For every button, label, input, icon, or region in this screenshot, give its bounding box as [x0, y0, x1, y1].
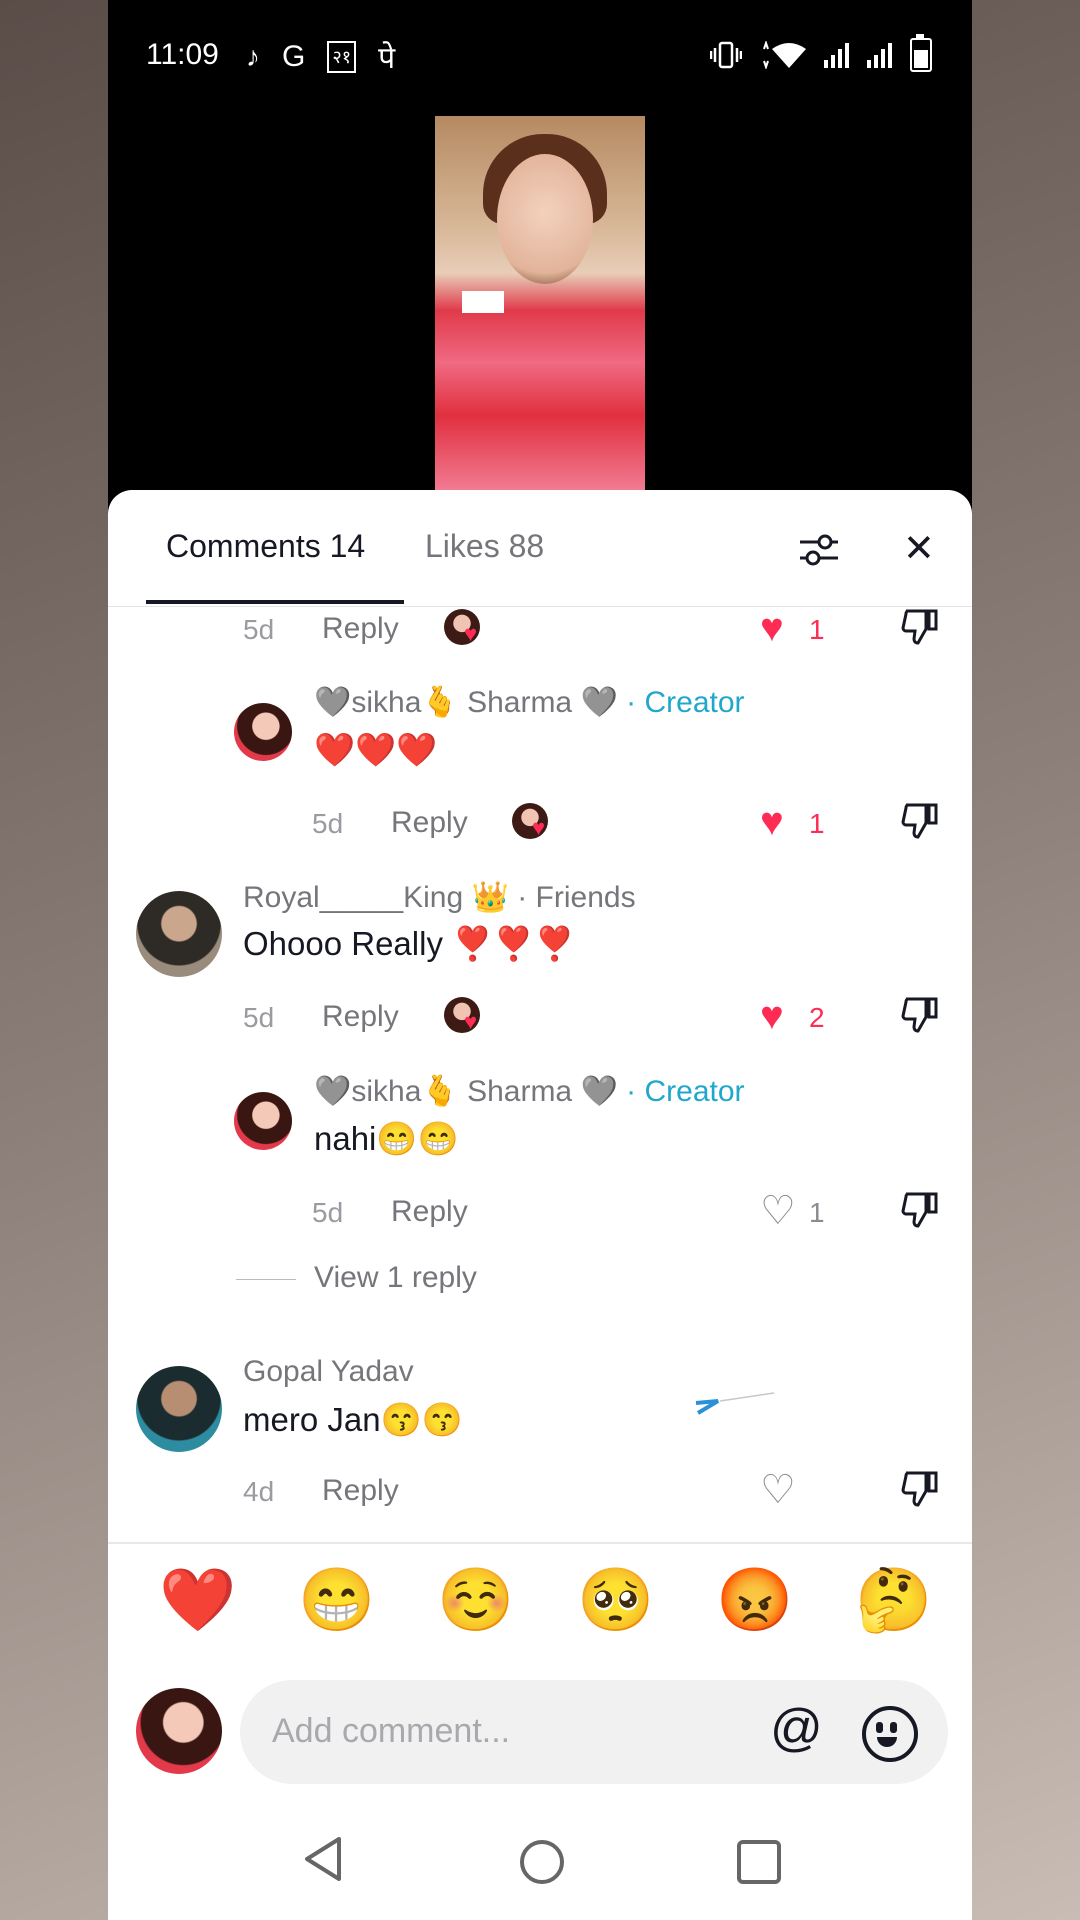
comment-text: Ohooo Really ❣️❣️❣️	[243, 925, 576, 962]
app-notification-icon: २१	[327, 40, 357, 73]
quick-emoji-bar: ❤️ 😁 ☺️ 🥺 😡 🤔	[108, 1570, 972, 1670]
comment-time: 5d	[312, 808, 344, 839]
comment-time: 5d	[312, 1197, 344, 1228]
system-navigation-bar	[108, 1800, 972, 1920]
home-icon[interactable]	[520, 1840, 564, 1884]
like-count: 1	[809, 808, 825, 839]
emoji-eye-left	[876, 1722, 883, 1733]
reply-button[interactable]: Reply	[322, 612, 399, 646]
creator-liked-avatar	[512, 803, 548, 841]
filter-icon[interactable]	[798, 532, 840, 568]
phonepe-notification-icon: पे	[378, 42, 396, 75]
comment-time: 4d	[243, 1476, 275, 1507]
reply-button[interactable]: Reply	[322, 1474, 399, 1508]
dislike-icon[interactable]	[900, 1190, 940, 1230]
dislike-icon[interactable]	[900, 801, 940, 841]
emoji-grin-button[interactable]: 😁	[298, 1570, 375, 1632]
status-bar: 11:09 ♪ G २१ पे	[108, 0, 972, 112]
dislike-icon[interactable]	[900, 1469, 940, 1509]
status-notification-icons: ♪ G २१ पे	[246, 36, 395, 77]
signal-1-icon	[824, 42, 849, 68]
status-time: 11:09	[146, 38, 219, 71]
like-heart-icon[interactable]: ♥	[760, 802, 784, 842]
comment-text: mero Jan😙😙	[243, 1401, 463, 1438]
comment-time: 5d	[243, 614, 275, 645]
comment-time: 5d	[243, 1002, 275, 1033]
current-user-avatar	[136, 1688, 222, 1774]
status-system-icons	[710, 34, 932, 72]
close-icon[interactable]: ✕	[903, 530, 935, 568]
like-count: 1	[809, 1197, 825, 1228]
battery-icon	[910, 34, 932, 72]
back-icon[interactable]	[301, 1835, 345, 1883]
view-replies-button[interactable]: View 1 reply	[314, 1261, 477, 1295]
creator-badge: · Creator	[626, 1075, 745, 1108]
emoji-thinking-button[interactable]: 🤔	[855, 1570, 932, 1632]
emoji-heart-button[interactable]: ❤️	[159, 1570, 236, 1632]
reply-button[interactable]: Reply	[391, 806, 468, 840]
mention-icon[interactable]: @	[770, 1702, 823, 1754]
like-heart-icon[interactable]: ♥	[760, 608, 784, 648]
author-name: Royal_____King 👑	[243, 881, 509, 914]
reply-button[interactable]: Reply	[391, 1195, 468, 1229]
avatar[interactable]	[136, 1366, 222, 1452]
emoji-picker-icon[interactable]	[862, 1706, 918, 1762]
like-heart-outline-icon[interactable]: ♡	[760, 1470, 796, 1510]
video-player[interactable]	[435, 116, 645, 490]
tab-likes[interactable]: Likes 88	[425, 528, 544, 565]
comments-sheet: Comments 14 Likes 88 ✕ 5d Reply ♥ 1	[108, 490, 972, 1920]
comment-text: nahi😁😁	[314, 1120, 459, 1157]
comment-author[interactable]: Royal_____King 👑 · Friends	[243, 880, 636, 915]
emoji-mouth	[877, 1737, 897, 1747]
signal-2-icon	[867, 42, 892, 68]
view-replies-line	[236, 1279, 296, 1280]
dislike-icon[interactable]	[900, 607, 940, 647]
video-face	[497, 154, 593, 284]
comment-input-placeholder: Add comment...	[272, 1712, 511, 1750]
emoji-pleading-button[interactable]: 🥺	[577, 1570, 654, 1632]
comment-author[interactable]: 🩶sikha🫰 Sharma 🩶 · Creator	[314, 1074, 745, 1109]
comment-input[interactable]: Add comment... @	[240, 1680, 948, 1784]
video-sticker	[462, 291, 504, 313]
vibrate-icon	[710, 41, 742, 69]
dislike-icon[interactable]	[900, 995, 940, 1035]
emoji-angry-button[interactable]: 😡	[716, 1570, 793, 1632]
friends-badge: · Friends	[517, 881, 636, 914]
author-name: 🩶sikha🫰 Sharma 🩶	[314, 686, 618, 719]
creator-liked-avatar	[444, 609, 480, 647]
comment-text: ❤️❤️❤️	[314, 731, 438, 768]
like-heart-outline-icon[interactable]: ♡	[760, 1191, 796, 1231]
creator-liked-avatar	[444, 997, 480, 1035]
tab-comments[interactable]: Comments 14	[166, 528, 365, 565]
emoji-smile-button[interactable]: ☺️	[437, 1570, 514, 1632]
divider	[108, 1542, 972, 1544]
creator-badge: · Creator	[626, 686, 745, 719]
reply-button[interactable]: Reply	[322, 1000, 399, 1034]
comment-list[interactable]: 5d Reply ♥ 1 🩶sikha🫰 Sharma 🩶 · Creator …	[108, 607, 972, 1535]
active-tab-indicator	[146, 600, 404, 604]
avatar[interactable]	[234, 703, 292, 761]
send-arrow-icon	[695, 1392, 775, 1415]
comment-author[interactable]: 🩶sikha🫰 Sharma 🩶 · Creator	[314, 685, 745, 720]
phone-screen: 11:09 ♪ G २१ पे Comments 14 Likes 88 ✕ 5…	[108, 0, 972, 1920]
like-heart-icon[interactable]: ♥	[760, 996, 784, 1036]
recents-icon[interactable]	[737, 1840, 781, 1884]
avatar[interactable]	[234, 1092, 292, 1150]
author-name: 🩶sikha🫰 Sharma 🩶	[314, 1075, 618, 1108]
comment-author[interactable]: Gopal Yadav	[243, 1355, 414, 1389]
tiktok-notification-icon: ♪	[246, 40, 260, 72]
like-count: 1	[809, 614, 825, 645]
avatar[interactable]	[136, 891, 222, 977]
google-notification-icon: G	[282, 39, 306, 73]
like-count: 2	[809, 1002, 825, 1033]
sheet-tabs: Comments 14 Likes 88 ✕	[108, 490, 972, 607]
wifi-icon	[763, 41, 806, 69]
emoji-eye-right	[890, 1722, 897, 1733]
